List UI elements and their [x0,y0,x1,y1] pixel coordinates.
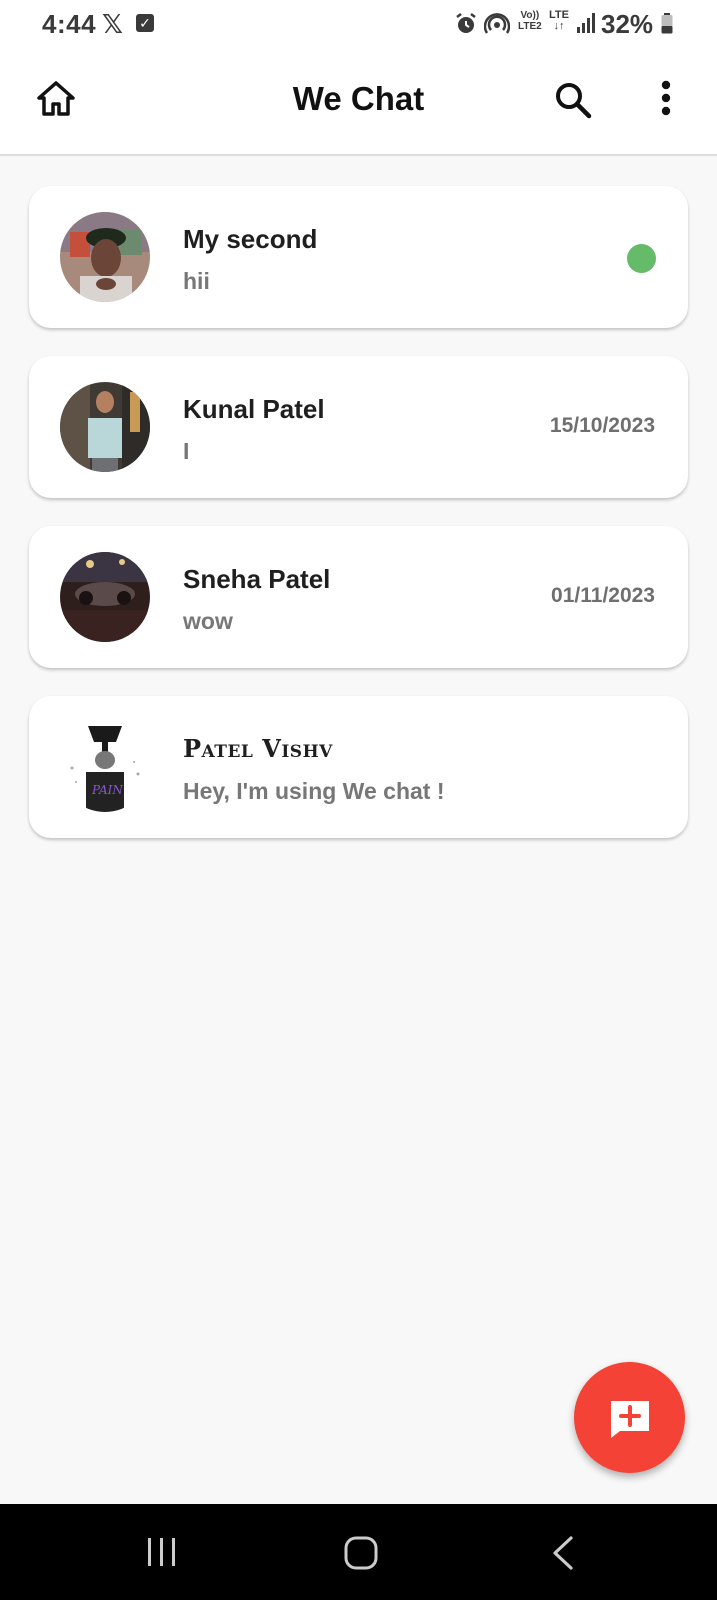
hotspot-icon [484,13,510,34]
system-nav-bar [0,1504,717,1600]
chat-date: 15/10/2023 [549,414,655,437]
x-logo-icon: 𝕏 [102,9,123,39]
chat-item-sneha-patel[interactable]: Sneha Patel wow 01/11/2023 [29,526,688,668]
battery-percent: 32% [601,9,654,39]
volte-top: Vo)) [520,10,540,21]
avatar[interactable]: PAIN [60,722,150,812]
nav-home-icon[interactable] [344,1536,378,1570]
chat-last-message: Hey, I'm using We chat ! [183,778,445,804]
chat-item-my-second[interactable]: My second hii [29,186,688,328]
new-chat-button[interactable] [574,1362,685,1473]
chat-last-message: I [183,438,190,464]
chat-name: My second [183,224,318,254]
more-vert-icon[interactable] [660,80,672,116]
svg-text:PAIN: PAIN [91,783,123,797]
back-icon[interactable] [551,1536,575,1570]
chat-name: Patel Vishv [183,734,333,763]
app-bar: We Chat [0,50,717,156]
battery-icon [661,13,673,34]
page-title: We Chat [292,80,425,117]
add-comment-icon [611,1401,649,1438]
chat-name: Sneha Patel [183,564,331,594]
chat-date: 01/11/2023 [551,584,655,607]
signal-icon [577,13,595,33]
avatar[interactable] [60,382,150,472]
alarm-icon [456,13,476,33]
chat-item-kunal-patel[interactable]: Kunal Patel I 15/10/2023 [29,356,688,498]
chat-name: Kunal Patel [183,394,325,424]
search-icon[interactable] [554,81,592,119]
chat-item-patel-vishv[interactable]: PAIN Patel Vishv Hey, I'm using We chat … [29,696,688,838]
lte-indicator: LTE ↓↑ [549,10,569,32]
volte-bottom: LTE2 [518,21,542,32]
checkbox-notification-icon: ✓ [136,14,154,32]
lte-arrows: ↓↑ [553,20,565,32]
avatar[interactable] [60,552,150,642]
online-indicator [627,244,656,273]
chat-last-message: hii [183,268,210,294]
avatar[interactable] [60,212,150,302]
status-bar: 4:44 𝕏 ✓ Vo)) LTE2 LTE ↓↑ 32% [0,0,717,50]
recent-apps-icon[interactable] [146,1536,178,1568]
chat-last-message: wow [183,608,233,634]
status-time: 4:44 [42,9,97,39]
volte-indicator: Vo)) LTE2 [518,10,542,32]
